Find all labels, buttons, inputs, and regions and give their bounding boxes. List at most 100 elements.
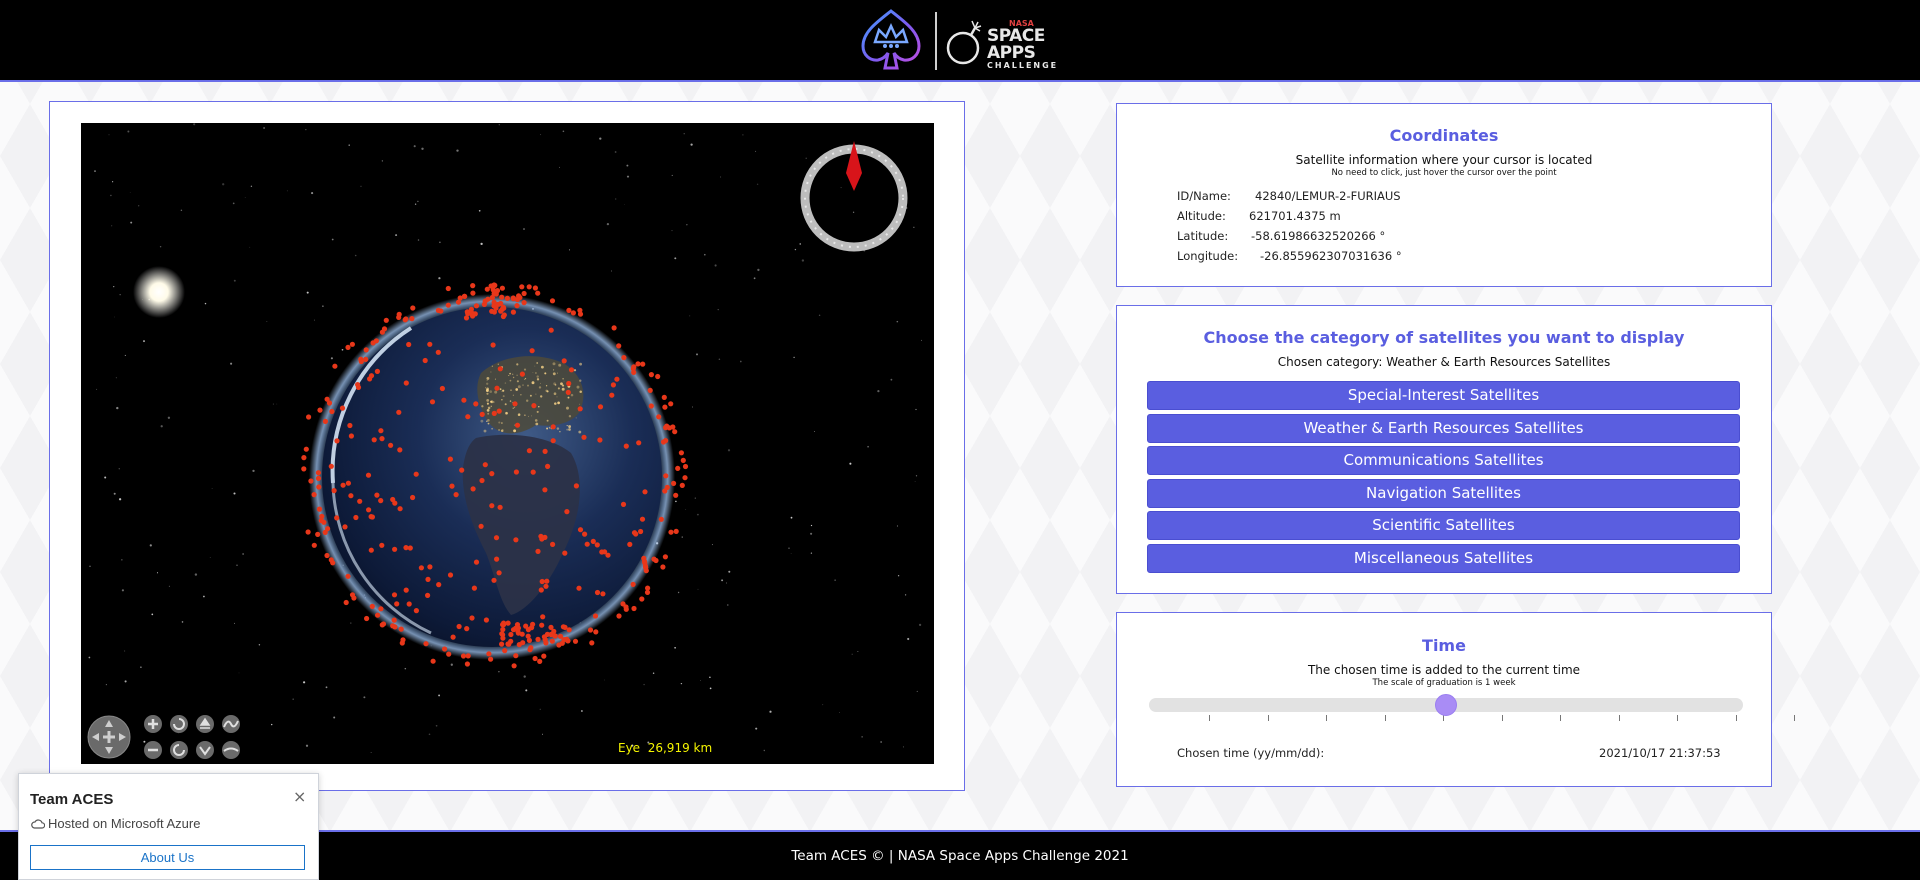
satellite-dot[interactable]: [423, 641, 429, 647]
satellite-dot[interactable]: [315, 531, 321, 537]
satellite-dot[interactable]: [489, 503, 495, 509]
satellite-dot[interactable]: [568, 367, 575, 373]
satellite-dot[interactable]: [682, 475, 688, 481]
satellite-dot[interactable]: [345, 573, 351, 579]
exaggerate-down-icon[interactable]: [222, 741, 240, 759]
satellite-dot[interactable]: [530, 469, 536, 475]
satellite-dot[interactable]: [422, 357, 428, 364]
satellite-dot[interactable]: [471, 585, 477, 591]
satellite-dot[interactable]: [675, 465, 681, 471]
zoom-in-icon[interactable]: [144, 715, 162, 733]
satellite-dot[interactable]: [620, 501, 627, 507]
satellite-dot[interactable]: [549, 298, 556, 304]
satellite-dot[interactable]: [410, 494, 416, 501]
satellite-dot[interactable]: [375, 612, 381, 618]
satellite-dot[interactable]: [541, 634, 547, 640]
satellite-dot[interactable]: [599, 549, 605, 555]
satellite-dot[interactable]: [345, 344, 351, 350]
satellite-dot[interactable]: [614, 376, 620, 382]
satellite-dot[interactable]: [525, 633, 531, 639]
satellite-dot[interactable]: [561, 358, 567, 364]
satellite-dot[interactable]: [468, 306, 474, 312]
satellite-dot[interactable]: [544, 578, 550, 584]
satellite-dot[interactable]: [582, 531, 588, 537]
communications-button[interactable]: Communications Satellites: [1147, 446, 1740, 475]
satellite-dot[interactable]: [537, 658, 543, 665]
satellite-dot[interactable]: [678, 450, 685, 456]
satellite-dot[interactable]: [668, 401, 674, 407]
satellite-dot[interactable]: [516, 642, 522, 648]
satellite-dot[interactable]: [630, 581, 636, 587]
satellite-dot[interactable]: [565, 389, 571, 395]
satellite-dot[interactable]: [531, 403, 537, 409]
satellite-dot[interactable]: [631, 369, 637, 375]
satellite-dot[interactable]: [383, 317, 389, 323]
satellite-dot[interactable]: [396, 314, 402, 320]
satellite-dot[interactable]: [429, 399, 436, 405]
satellite-dot[interactable]: [491, 299, 497, 305]
satellite-dot[interactable]: [427, 564, 433, 570]
satellite-dot[interactable]: [430, 658, 436, 664]
satellite-dot[interactable]: [447, 456, 453, 462]
satellite-dot[interactable]: [491, 577, 497, 583]
satellite-dot[interactable]: [647, 387, 653, 393]
satellite-dot[interactable]: [390, 623, 396, 629]
satellite-dot[interactable]: [501, 622, 507, 628]
satellite-dot[interactable]: [493, 535, 500, 541]
satellite-dot[interactable]: [328, 463, 334, 469]
scientific-button[interactable]: Scientific Satellites: [1147, 511, 1740, 540]
satellite-dot[interactable]: [577, 406, 583, 412]
satellite-dot[interactable]: [470, 290, 476, 296]
satellite-dot[interactable]: [457, 295, 463, 301]
satellite-dot[interactable]: [334, 438, 340, 444]
satellite-dot[interactable]: [494, 556, 500, 562]
satellite-dot[interactable]: [453, 492, 459, 498]
satellite-dot[interactable]: [594, 542, 600, 548]
special-interest-button[interactable]: Special-Interest Satellites: [1147, 381, 1740, 410]
satellite-dot[interactable]: [513, 469, 519, 475]
satellite-dot[interactable]: [368, 514, 374, 520]
satellite-dot[interactable]: [316, 506, 323, 512]
satellite-dot[interactable]: [378, 606, 384, 612]
satellite-dot[interactable]: [577, 527, 584, 533]
satellite-dot[interactable]: [332, 363, 338, 369]
satellite-dot[interactable]: [673, 528, 679, 534]
satellite-dot[interactable]: [358, 358, 364, 365]
compass-icon[interactable]: [800, 141, 908, 252]
satellite-dot[interactable]: [610, 382, 617, 388]
satellite-dot[interactable]: [306, 414, 312, 420]
satellite-dot[interactable]: [311, 492, 317, 498]
satellite-dot[interactable]: [587, 627, 594, 633]
satellite-dot[interactable]: [643, 568, 649, 574]
satellite-dot[interactable]: [370, 340, 376, 346]
satellite-dot[interactable]: [413, 471, 419, 477]
satellite-dot[interactable]: [565, 638, 571, 644]
satellite-dot[interactable]: [397, 506, 403, 512]
satellite-dot[interactable]: [491, 282, 497, 288]
satellite-dot[interactable]: [465, 653, 471, 659]
satellite-dot[interactable]: [592, 613, 599, 619]
satellite-dot[interactable]: [538, 587, 544, 593]
satellite-dot[interactable]: [318, 517, 324, 524]
satellite-dot[interactable]: [635, 361, 641, 367]
satellite-dot[interactable]: [378, 428, 384, 434]
satellite-dot[interactable]: [680, 457, 686, 463]
satellite-dot[interactable]: [334, 515, 340, 521]
satellite-dot[interactable]: [597, 437, 603, 443]
satellite-dot[interactable]: [425, 592, 431, 598]
satellite-dot[interactable]: [611, 325, 617, 331]
satellite-dot[interactable]: [316, 484, 322, 490]
satellite-dot[interactable]: [529, 348, 535, 354]
satellite-dot[interactable]: [473, 401, 479, 407]
satellite-dot[interactable]: [510, 295, 516, 301]
satellite-dot[interactable]: [673, 492, 679, 498]
satellite-dot[interactable]: [486, 651, 492, 657]
satellite-dot[interactable]: [463, 315, 470, 321]
satellite-dot[interactable]: [499, 306, 505, 312]
satellite-dot[interactable]: [519, 371, 525, 377]
satellite-dot[interactable]: [550, 424, 556, 430]
satellite-dot[interactable]: [664, 484, 670, 490]
satellite-dot[interactable]: [479, 411, 485, 417]
satellite-dot[interactable]: [508, 631, 514, 638]
satellite-dot[interactable]: [648, 403, 654, 409]
